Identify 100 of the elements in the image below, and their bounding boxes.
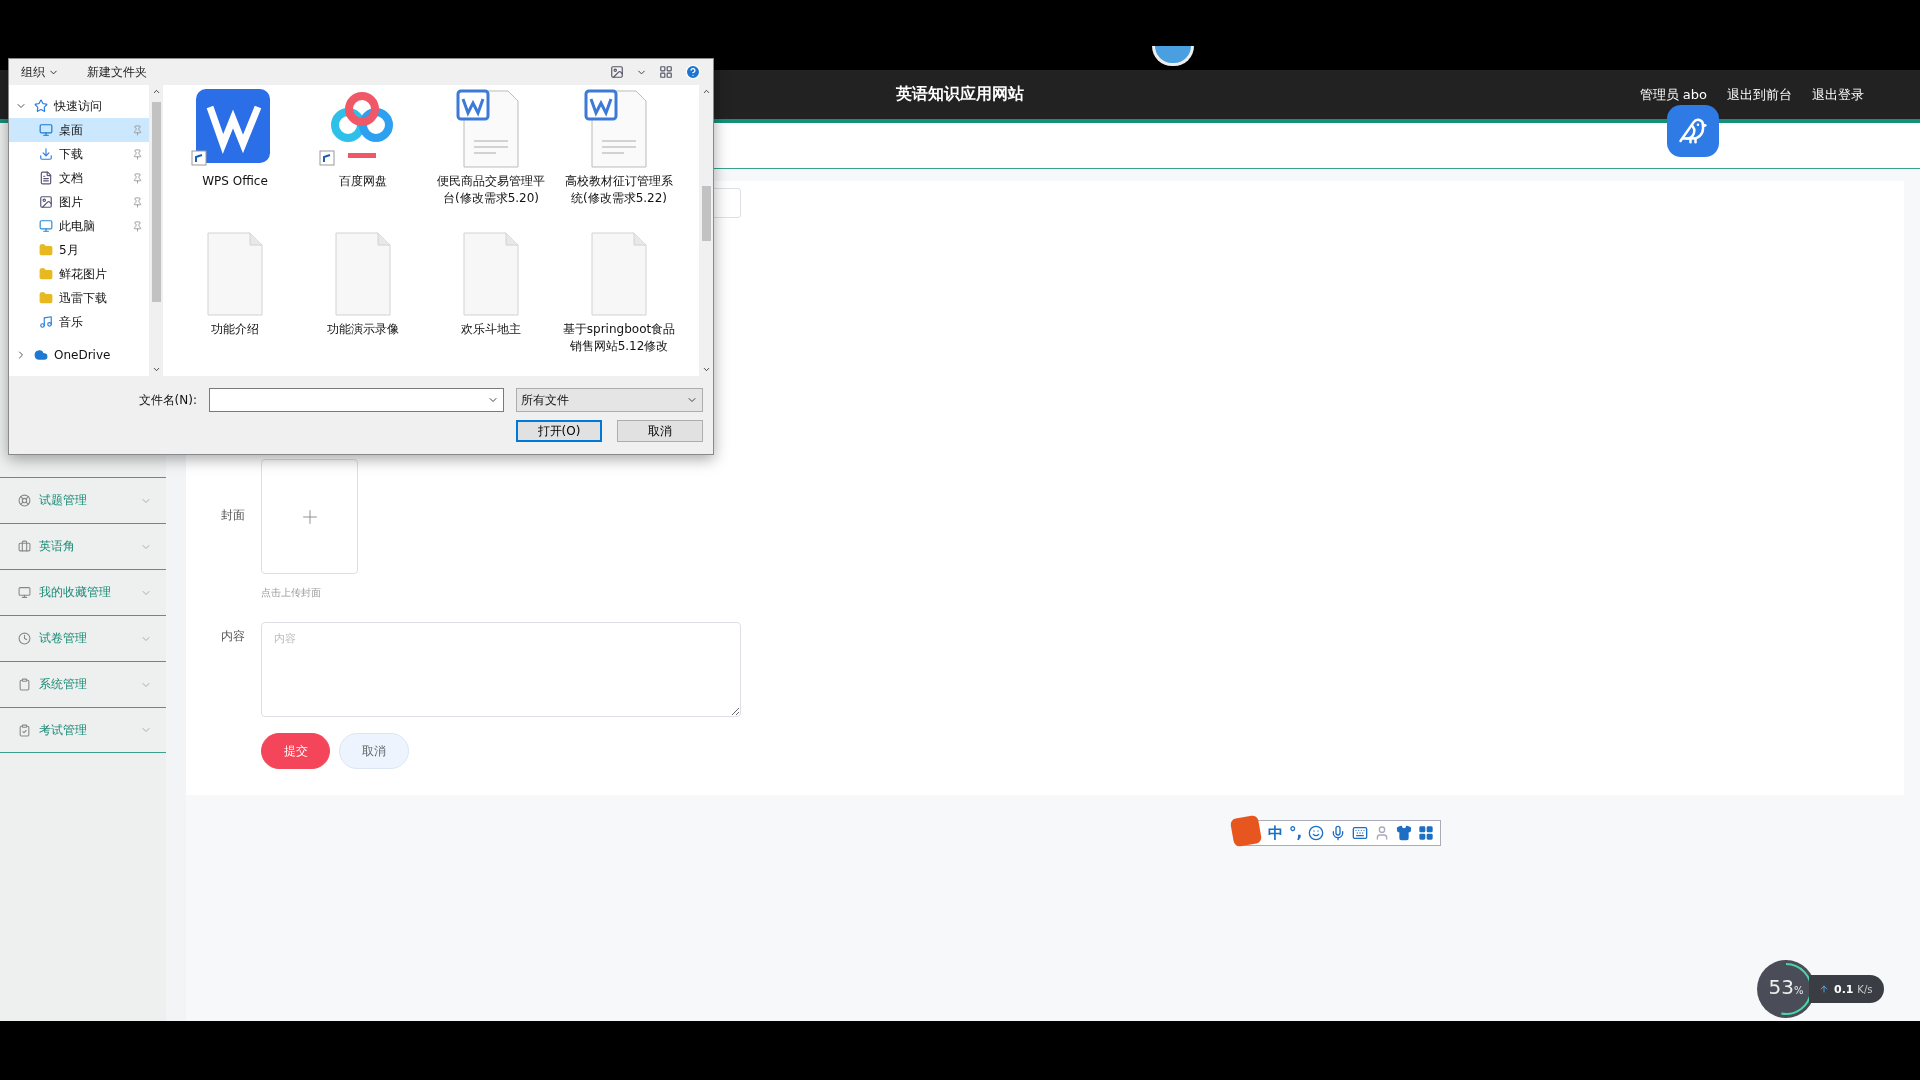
desktop-icon	[37, 121, 54, 139]
filename-label: 文件名(N):	[137, 391, 197, 409]
submit-button[interactable]: 提交	[261, 733, 330, 769]
nav-label: 迅雷下载	[59, 289, 108, 307]
picture-icon	[37, 193, 54, 211]
nav-label: 鲜花图片	[59, 265, 108, 283]
briefcase-icon	[18, 540, 31, 553]
scroll-up-icon[interactable]	[151, 87, 161, 96]
content-label: 内容	[220, 628, 246, 645]
content-textarea[interactable]: 内容	[261, 622, 741, 717]
nav-item[interactable]: OneDrive	[9, 343, 149, 367]
file-name: 便民商品交易管理平台(修改需求5.20)	[436, 173, 546, 207]
sidebar-label: 试卷管理	[39, 630, 88, 647]
file-item[interactable]: 功能演示录像	[299, 231, 427, 373]
file-name: 功能演示录像	[326, 321, 400, 338]
bird-app-icon[interactable]	[1667, 105, 1719, 157]
nav-label: OneDrive	[54, 348, 112, 362]
upload-hint: 点击上传封面	[261, 586, 322, 600]
cover-label: 封面	[220, 507, 246, 524]
download-icon	[37, 145, 54, 163]
file-item[interactable]: 高校教材征订管理系统(修改需求5.22)	[555, 89, 683, 231]
sidebar-item[interactable]: 试题管理	[0, 477, 166, 523]
shirt-icon[interactable]	[1396, 825, 1413, 841]
site-title: 英语知识应用网站	[896, 84, 1024, 105]
new-folder-button[interactable]: 新建文件夹	[87, 63, 147, 81]
scroll-down-icon[interactable]	[701, 365, 711, 374]
file-item[interactable]: 便民商品交易管理平台(修改需求5.20)	[427, 89, 555, 231]
nav-label: 文档	[59, 169, 84, 187]
dialog-cancel-button[interactable]: 取消	[617, 420, 703, 442]
upload-arrow-icon	[1819, 984, 1829, 994]
open-button[interactable]: 打开(O)	[516, 420, 602, 442]
file-name: WPS Office	[201, 173, 269, 190]
nav-item[interactable]: 图片	[9, 190, 149, 214]
nav-item[interactable]: 快速访问	[9, 94, 149, 118]
lifebuoy-icon	[18, 494, 31, 507]
nav-label: 此电脑	[59, 217, 96, 235]
sidebar-item[interactable]: 系统管理	[0, 661, 166, 707]
star-icon	[32, 97, 49, 115]
ime-logo-icon[interactable]	[1229, 814, 1263, 848]
sidebar-label: 我的收藏管理	[39, 584, 112, 601]
network-monitor[interactable]: 53% 0.1 K/s	[1757, 960, 1885, 1018]
file-item[interactable]: 功能介绍	[171, 231, 299, 373]
nav-item[interactable]: 5月	[9, 238, 149, 262]
sidebar-item[interactable]: 英语角	[0, 523, 166, 569]
nav-item[interactable]: 音乐	[9, 310, 149, 334]
nav-item[interactable]: 迅雷下载	[9, 286, 149, 310]
sidebar-label: 考试管理	[39, 721, 88, 739]
nav-label: 下载	[59, 145, 84, 163]
scroll-down-icon[interactable]	[151, 365, 161, 374]
sidebar-label: 系统管理	[39, 676, 88, 693]
file-item[interactable]: 百度网盘	[299, 89, 427, 231]
nav-item[interactable]: 鲜花图片	[9, 262, 149, 286]
nav-item[interactable]: 桌面	[9, 118, 149, 142]
nav-item[interactable]: 此电脑	[9, 214, 149, 238]
network-speed: 0.1 K/s	[1834, 982, 1873, 996]
music-note-icon	[37, 313, 54, 331]
nav-label: 桌面	[59, 121, 84, 139]
scroll-thumb[interactable]	[701, 186, 711, 241]
ime-punctuation[interactable]: °,	[1289, 824, 1303, 842]
clock-icon	[18, 632, 31, 645]
sidebar-item[interactable]: 我的收藏管理	[0, 569, 166, 615]
file-name: 高校教材征订管理系统(修改需求5.22)	[564, 173, 674, 207]
sidebar-item[interactable]: 考试管理	[0, 707, 166, 753]
organize-button[interactable]: 组织	[21, 63, 59, 81]
header-link[interactable]: 退出登录	[1812, 85, 1864, 104]
nav-label: 5月	[59, 241, 80, 259]
header-link[interactable]: 退出到前台	[1727, 85, 1792, 104]
clipboard-icon	[18, 678, 31, 691]
nav-label: 图片	[59, 193, 84, 211]
help-icon[interactable]	[685, 64, 701, 80]
computer-icon	[37, 217, 54, 235]
monitor-icon	[18, 586, 31, 599]
file-name: 欢乐斗地主	[460, 321, 522, 338]
scroll-up-icon[interactable]	[701, 87, 711, 96]
filename-field[interactable]	[209, 388, 504, 412]
smiley-icon[interactable]	[1308, 825, 1325, 841]
clipboard-check-icon	[18, 723, 31, 737]
ime-mode[interactable]: 中	[1268, 823, 1283, 843]
file-name: 百度网盘	[338, 173, 388, 190]
scroll-thumb[interactable]	[151, 102, 161, 302]
file-item[interactable]: 欢乐斗地主	[427, 231, 555, 373]
file-type-dropdown[interactable]: 所有文件	[516, 388, 703, 412]
cancel-button[interactable]: 取消	[339, 733, 409, 769]
file-item[interactable]: WPS Office	[171, 89, 299, 231]
file-name: 功能介绍	[210, 321, 260, 338]
memory-percent: 53%	[1767, 975, 1805, 999]
file-item[interactable]: 基于springboot食品销售网站5.12修改	[555, 231, 683, 373]
nav-label: 音乐	[59, 313, 84, 331]
view-icon[interactable]	[610, 65, 624, 79]
nav-label: 快速访问	[54, 97, 103, 115]
nav-item[interactable]: 文档	[9, 166, 149, 190]
sidebar-label: 英语角	[39, 538, 76, 555]
keyboard-icon[interactable]	[1352, 825, 1369, 841]
header-link[interactable]: 管理员 abo	[1639, 85, 1707, 104]
sidebar-label: 试题管理	[39, 492, 88, 509]
file-name: 基于springboot食品销售网站5.12修改	[561, 321, 677, 355]
sidebar-item[interactable]: 试卷管理	[0, 615, 166, 661]
pane-icon[interactable]	[659, 65, 673, 79]
nav-item[interactable]: 下载	[9, 142, 149, 166]
grid-icon[interactable]	[1418, 825, 1435, 841]
